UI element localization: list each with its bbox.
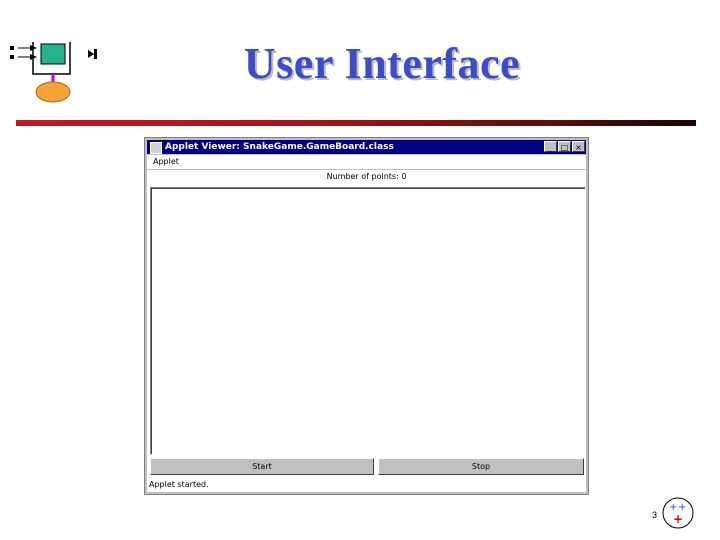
stop-button[interactable]: Stop — [378, 458, 584, 475]
window-titlebar[interactable]: Applet Viewer: SnakeGame.GameBoard.class… — [147, 140, 586, 154]
close-button[interactable]: × — [572, 141, 585, 152]
minimize-button[interactable]: _ — [544, 141, 557, 152]
game-board[interactable] — [150, 187, 586, 455]
maximize-button[interactable]: □ — [558, 141, 571, 152]
window-title: Applet Viewer: SnakeGame.GameBoard.class — [165, 142, 394, 152]
window-app-icon[interactable] — [150, 142, 162, 154]
status-bar: Applet started. — [147, 478, 586, 492]
page-number: 3 — [652, 510, 658, 520]
title-divider — [16, 120, 696, 126]
button-row: Start Stop — [150, 458, 584, 475]
menu-bar: Applet — [147, 155, 586, 169]
applet-viewer-window: Applet Viewer: SnakeGame.GameBoard.class… — [144, 137, 589, 495]
applet-content: Number of points: 0 Start Stop Applet st… — [147, 170, 586, 492]
start-button[interactable]: Start — [150, 458, 374, 475]
slide-title: User Interface — [243, 39, 521, 88]
points-label: Number of points: 0 — [326, 172, 407, 181]
svg-text:+: + — [673, 512, 683, 526]
corner-logo-icon: + + + — [662, 497, 694, 529]
menu-applet[interactable]: Applet — [153, 155, 179, 169]
